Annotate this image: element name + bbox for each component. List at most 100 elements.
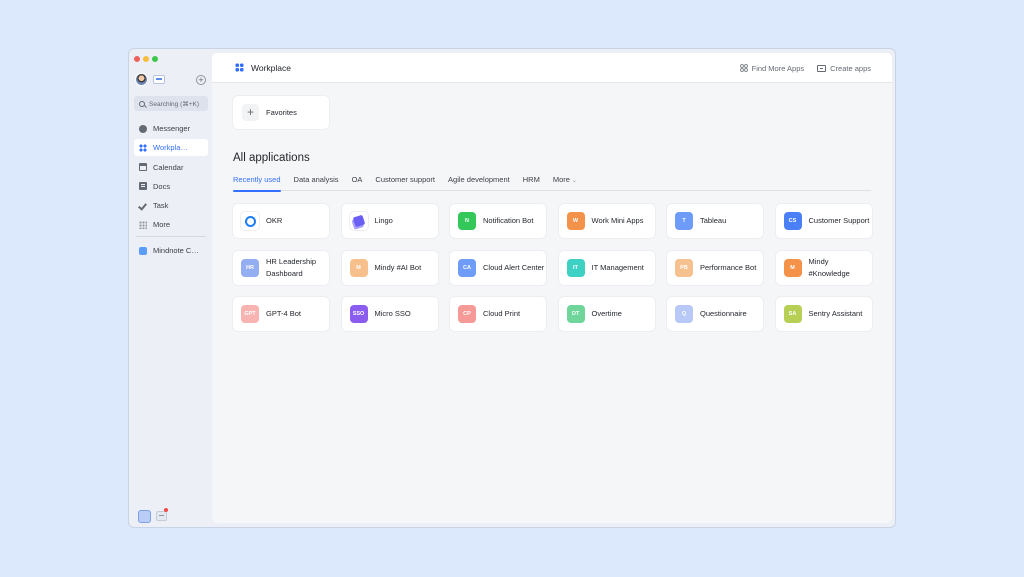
app-name: Notification Bot	[483, 216, 534, 226]
create-apps-button[interactable]: Create apps	[817, 64, 871, 73]
app-icon-text: OT	[571, 311, 580, 317]
okr-ring	[244, 215, 256, 227]
app-icon-text: SSO	[352, 311, 365, 317]
status-icon[interactable]	[153, 75, 165, 84]
app-card[interactable]: CA Cloud Alert Center	[450, 250, 546, 285]
app-icon-text: W	[572, 218, 579, 224]
window-controls	[134, 56, 158, 62]
workspace-switch-icon[interactable]	[138, 510, 151, 523]
app-card[interactable]: OT Overtime	[558, 297, 655, 331]
header: Workplace Find More Apps Create apps	[212, 53, 892, 83]
app-icon-text: PB	[680, 264, 688, 271]
app-name: Work Mini Apps	[591, 216, 644, 226]
app-icon-text: M	[790, 264, 795, 271]
app-card[interactable]: M Mindy #AI Bot	[341, 250, 438, 285]
tab-more-label: More	[552, 175, 570, 184]
tab-recently-used[interactable]: Recently used	[233, 172, 281, 192]
app-icon: W	[566, 212, 585, 230]
checkmark-icon	[139, 202, 147, 210]
app-card[interactable]: T Tableau	[667, 204, 763, 238]
app-icon-text: CS	[788, 218, 797, 224]
sidebar-item-mindnote[interactable]: Mindnote C…	[134, 242, 208, 259]
app-icon: HR	[241, 258, 259, 277]
app-name: HR Leadership Dashboard	[266, 257, 317, 278]
sidebar-item-label: Calendar	[153, 162, 184, 172]
app-icon-text: HR	[246, 264, 254, 271]
more-grid-icon	[139, 220, 147, 229]
app-icon-text: CA	[463, 264, 471, 271]
app-icon-text: M	[356, 264, 361, 271]
add-icon[interactable]: +	[196, 75, 206, 85]
app-card[interactable]: SA Sentry Assistant	[775, 297, 872, 331]
app-card[interactable]: HR HR Leadership Dashboard	[233, 250, 329, 285]
app-icon: SSO	[349, 305, 368, 323]
app-icon: N	[458, 212, 476, 230]
sidebar-item-workplace[interactable]: Workpla…	[134, 139, 208, 157]
app-name: OKR	[266, 216, 283, 226]
maximize-window-button[interactable]	[152, 56, 158, 62]
app-icon-text: GPT	[244, 311, 256, 317]
close-window-button[interactable]	[134, 56, 140, 62]
app-icon: T	[675, 212, 693, 230]
app-name: Cloud Print	[483, 309, 521, 319]
search-placeholder: Searching (⌘+K)	[149, 100, 200, 108]
app-card[interactable]: Q Questionnaire	[667, 297, 763, 331]
app-icon: CA	[458, 258, 476, 277]
app-icon: CP	[458, 305, 476, 323]
app-card[interactable]: CS Customer Support	[775, 204, 872, 238]
sidebar-item-label: Docs	[153, 181, 171, 191]
sidebar-item-messenger[interactable]: Messenger	[134, 120, 208, 137]
app-name: Lingo	[374, 216, 393, 226]
app-card[interactable]: W Work Mini Apps	[558, 204, 655, 238]
sidebar: + Searching (⌘+K) Messenger Workpla… Cal…	[129, 49, 213, 527]
page-title: Workplace	[251, 62, 291, 73]
lingo-icon	[349, 212, 368, 230]
app-icon-text: IT	[573, 264, 578, 271]
sidebar-item-docs[interactable]: Docs	[134, 178, 208, 195]
tab-more[interactable]: More ⌄	[553, 172, 577, 191]
find-more-apps-button[interactable]: Find More Apps	[739, 63, 805, 73]
sidebar-item-task[interactable]: Task	[134, 197, 208, 214]
notification-dot	[164, 508, 168, 512]
app-icon: IT	[566, 258, 585, 277]
app-card[interactable]: Lingo	[341, 204, 438, 238]
grid-apps-icon	[139, 143, 147, 152]
app-icon: Q	[675, 305, 693, 323]
tab-hrm[interactable]: HRM	[523, 172, 540, 191]
find-more-apps-label: Find More Apps	[751, 63, 805, 73]
category-tabs: Recently used Data analysis OA Customer …	[233, 172, 871, 192]
sidebar-item-label: Workpla…	[153, 143, 188, 153]
tab-oa[interactable]: OA	[352, 172, 363, 191]
app-card[interactable]: OKR	[233, 204, 329, 238]
app-name: GPT-4 Bot	[266, 309, 302, 319]
feedback-icon[interactable]	[156, 511, 167, 521]
calendar-icon	[139, 163, 147, 172]
create-apps-label: Create apps	[830, 63, 871, 73]
tab-data-analysis[interactable]: Data analysis	[294, 172, 339, 191]
app-card[interactable]: N Notification Bot	[450, 204, 546, 238]
search-input[interactable]: Searching (⌘+K)	[134, 96, 208, 111]
minimize-window-button[interactable]	[143, 56, 149, 62]
app-card[interactable]: CP Cloud Print	[450, 297, 546, 331]
workplace-logo-icon	[235, 63, 244, 72]
app-card[interactable]: PB Performance Bot	[667, 250, 763, 285]
app-name: Mindy #Knowledge	[808, 257, 850, 278]
plus-icon: +	[242, 104, 259, 121]
app-card[interactable]: GPT GPT-4 Bot	[233, 297, 329, 331]
monitor-icon	[817, 64, 827, 72]
avatar[interactable]	[135, 73, 148, 86]
section-title: All applications	[233, 152, 310, 164]
sidebar-item-calendar[interactable]: Calendar	[134, 159, 208, 176]
sidebar-item-more[interactable]: More	[134, 216, 208, 233]
app-card[interactable]: SSO Micro SSO	[341, 297, 438, 331]
app-name: Mindy #AI Bot	[374, 262, 422, 272]
docs-icon	[139, 182, 147, 191]
app-card[interactable]: IT IT Management	[558, 250, 655, 285]
app-card[interactable]: M Mindy #Knowledge	[775, 250, 872, 285]
favorites-card[interactable]: + Favorites	[233, 96, 329, 129]
tab-agile-development[interactable]: Agile development	[448, 172, 510, 191]
lingo-shape	[352, 214, 365, 228]
tab-customer-support[interactable]: Customer support	[375, 172, 435, 191]
sidebar-item-label: Mindnote C…	[153, 246, 199, 256]
app-name: Overtime	[591, 309, 622, 319]
